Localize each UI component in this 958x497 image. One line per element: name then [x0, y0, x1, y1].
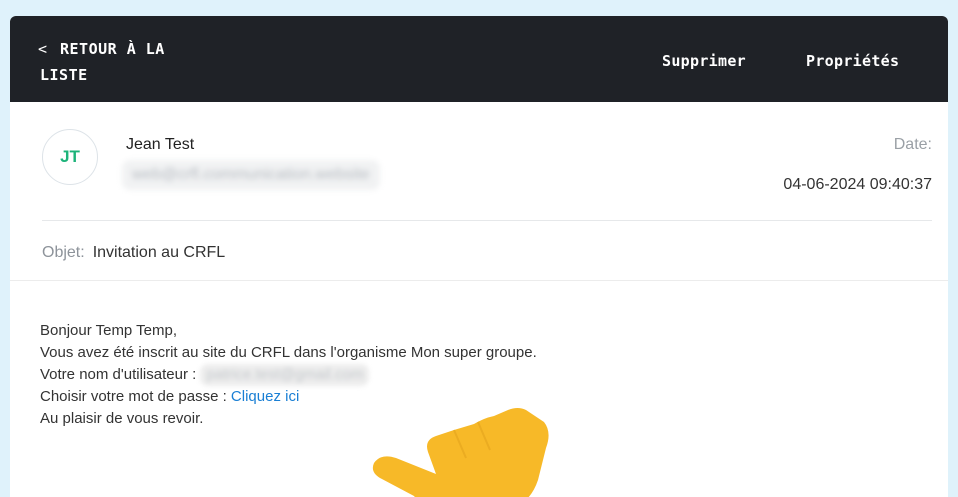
date-value: 04-06-2024 09:40:37 — [783, 176, 932, 193]
username-value: patrice.test@gmail.com — [200, 364, 370, 386]
username-label: Votre nom d'utilisateur : — [40, 366, 197, 383]
chevron-left-icon: < — [38, 40, 48, 58]
message-greeting: Bonjour Temp Temp, — [40, 322, 178, 339]
back-label-line2: LISTE — [40, 66, 88, 84]
pointing-hand-icon — [372, 408, 549, 497]
subject-value: Invitation au CRFL — [92, 244, 226, 261]
sender-name: Jean Test — [126, 136, 195, 153]
back-label-line1: RETOUR À LA — [60, 40, 165, 58]
subject-row: Objet: Invitation au CRFL — [42, 244, 225, 262]
password-label: Choisir votre mot de passe : — [40, 388, 227, 405]
set-password-link[interactable]: Cliquez ici — [231, 388, 299, 405]
email-toolbar: < RETOUR À LA LISTE Supprimer Propriétés — [10, 16, 948, 102]
back-to-list-button[interactable]: < RETOUR À LA LISTE — [38, 36, 165, 88]
date-label: Date: — [893, 136, 932, 153]
properties-button[interactable]: Propriétés — [806, 52, 899, 70]
avatar: JT — [42, 129, 98, 185]
username-row: Votre nom d'utilisateur : patrice.test@g… — [40, 364, 537, 386]
divider — [10, 280, 948, 281]
subject-label: Objet: — [42, 244, 85, 261]
message-line: Vous avez été inscrit au site du CRFL da… — [40, 344, 537, 361]
sender-email: web@crfl.communication.website — [122, 160, 380, 190]
back-label-row: < RETOUR À LA — [38, 36, 165, 62]
delete-button[interactable]: Supprimer — [662, 52, 746, 70]
sender-header: JT Jean Test web@crfl.communication.webs… — [10, 102, 948, 220]
divider — [42, 220, 932, 221]
email-view: < RETOUR À LA LISTE Supprimer Propriétés … — [10, 16, 948, 497]
